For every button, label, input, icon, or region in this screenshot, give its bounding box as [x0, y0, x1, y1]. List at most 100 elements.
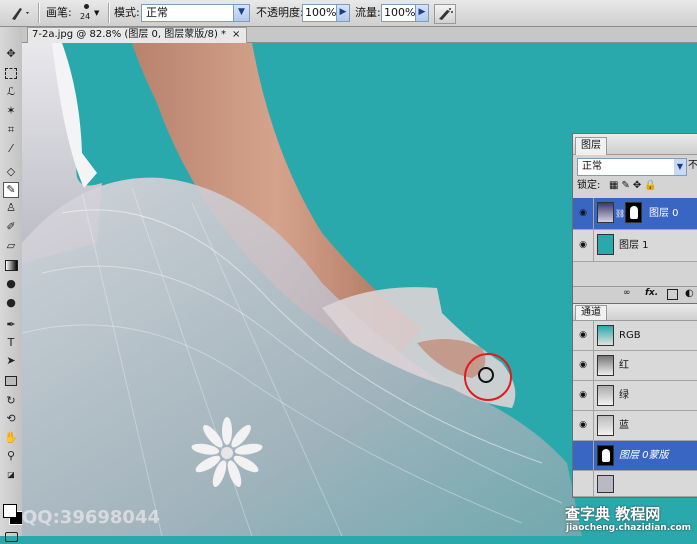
channel-row[interactable]: ◉ RGB: [573, 321, 697, 351]
clone-stamp-tool-icon[interactable]: ♙: [3, 200, 19, 216]
layers-panel-header: 图层: [573, 134, 697, 155]
default-colors-icon[interactable]: ◪: [3, 467, 19, 483]
blur-tool-icon[interactable]: ●: [3, 276, 19, 292]
opacity-label: 不透明度:: [256, 6, 304, 19]
lasso-tool-icon[interactable]: ℒ: [3, 84, 19, 100]
hand-tool-icon[interactable]: ✋: [3, 430, 19, 446]
visibility-eye-icon[interactable]: [573, 441, 594, 470]
adjustment-layer-icon[interactable]: ◐: [685, 288, 694, 299]
separator: [108, 3, 110, 23]
channel-row[interactable]: ◉ 蓝: [573, 411, 697, 441]
healing-brush-tool-icon[interactable]: ◇: [3, 164, 19, 180]
airbrush-toggle[interactable]: [434, 4, 456, 24]
blend-mode-value: 正常: [582, 161, 602, 172]
channel-name: RGB: [619, 330, 641, 341]
document-tab[interactable]: 7-2a.jpg @ 82.8% (图层 0, 图层蒙版/8) * ×: [27, 27, 248, 43]
brush-picker[interactable]: 24 ▼: [78, 0, 100, 26]
brush-tool-preset-icon[interactable]: [6, 0, 32, 26]
layer-name: 图层 1: [619, 240, 649, 251]
chevron-right-icon[interactable]: ▶: [415, 5, 428, 21]
channel-thumbnail: [597, 325, 614, 346]
watermark-site-cn: 查字典 教程网: [565, 505, 661, 523]
fx-icon[interactable]: fx.: [645, 288, 658, 298]
eraser-tool-icon[interactable]: ▱: [3, 238, 19, 254]
chevron-down-icon: ▼: [94, 9, 100, 17]
channel-thumbnail: [597, 475, 614, 493]
visibility-eye-icon[interactable]: ◉: [573, 411, 594, 440]
blend-mode-select[interactable]: 正常 ▼: [577, 158, 687, 176]
lock-icons[interactable]: ▦✎✥🔒: [609, 179, 660, 193]
zoom-tool-icon[interactable]: ⚲: [3, 448, 19, 464]
lock-all-icon[interactable]: 🔒: [644, 180, 659, 191]
brush-tip-icon: [84, 4, 89, 9]
dodge-tool-icon[interactable]: ●: [3, 295, 19, 311]
layer-row[interactable]: ◉ ⛓ 图层 0: [573, 198, 697, 230]
channel-name: 绿: [619, 390, 629, 401]
close-icon[interactable]: ×: [232, 29, 240, 40]
layers-panel: 图层 正常 ▼ 不 锁定: ▦✎✥🔒 ◉ ⛓ 图层 0 ◉ 图层 1 ∞ fx.…: [572, 133, 697, 304]
lock-brush-icon[interactable]: ✎: [621, 180, 632, 191]
chevron-down-icon: ▼: [233, 5, 249, 21]
mode-select[interactable]: 正常 ▼: [141, 4, 250, 22]
channel-name: 红: [619, 360, 629, 371]
channel-name: 蓝: [619, 420, 629, 431]
options-bar: 画笔: 24 ▼ 模式: 正常 ▼ 不透明度: 100% ▶ 流量: 100% …: [0, 0, 697, 27]
link-icon[interactable]: ⛓: [615, 209, 625, 218]
magic-wand-tool-icon[interactable]: ✶: [3, 103, 19, 119]
tools-panel: ✥ ℒ ✶ ⌗ ⁄ ◇ ✎ ♙ ✐ ▱ ● ● ✒ T ➤ ↻ ⟲ ✋ ⚲ ◪: [0, 27, 23, 542]
foreground-color-swatch[interactable]: [3, 504, 17, 518]
flow-value: 100%: [384, 6, 416, 19]
document-tab-bar: 7-2a.jpg @ 82.8% (图层 0, 图层蒙版/8) * ×: [22, 27, 697, 43]
quick-mask-icon[interactable]: [3, 528, 19, 544]
chevron-right-icon[interactable]: ▶: [336, 5, 349, 21]
layer-mask-thumbnail[interactable]: [625, 202, 642, 223]
watermark-qq: QQ:39698044: [22, 507, 160, 528]
tab-channels[interactable]: 通道: [575, 305, 607, 320]
flow-field[interactable]: 100% ▶: [381, 4, 429, 22]
visibility-eye-icon[interactable]: ◉: [573, 230, 594, 261]
crop-tool-icon[interactable]: ⌗: [3, 122, 19, 138]
history-brush-tool-icon[interactable]: ✐: [3, 219, 19, 235]
channel-row[interactable]: ◉ 绿: [573, 381, 697, 411]
brush-tool-icon[interactable]: ✎: [3, 182, 19, 198]
eyedropper-tool-icon[interactable]: ⁄: [3, 141, 19, 157]
3d-rotate-tool-icon[interactable]: ↻: [3, 393, 19, 409]
visibility-eye-icon[interactable]: [573, 471, 594, 496]
channel-row[interactable]: ◉ 红: [573, 351, 697, 381]
lock-label: 锁定:: [577, 180, 601, 191]
chevron-down-icon: ▼: [674, 159, 686, 175]
opacity-field[interactable]: 100% ▶: [302, 4, 350, 22]
pen-tool-icon[interactable]: ✒: [3, 317, 19, 333]
visibility-eye-icon[interactable]: ◉: [573, 351, 594, 380]
visibility-eye-icon[interactable]: ◉: [573, 381, 594, 410]
airbrush-icon: [439, 8, 453, 20]
channel-row-partial[interactable]: [573, 471, 697, 497]
visibility-eye-icon[interactable]: ◉: [573, 321, 594, 350]
visibility-eye-icon[interactable]: ◉: [573, 198, 594, 229]
type-tool-icon[interactable]: T: [3, 335, 19, 351]
layer-row[interactable]: ◉ 图层 1: [573, 230, 697, 262]
mode-label: 模式:: [114, 6, 140, 19]
flow-label: 流量:: [355, 6, 381, 19]
path-selection-tool-icon[interactable]: ➤: [3, 353, 19, 369]
channel-thumbnail: [597, 385, 614, 406]
link-layers-icon[interactable]: ∞: [623, 288, 631, 298]
add-mask-icon[interactable]: [667, 289, 678, 300]
3d-orbit-tool-icon[interactable]: ⟲: [3, 411, 19, 427]
mode-value: 正常: [146, 6, 168, 19]
tab-layers[interactable]: 图层: [575, 137, 607, 155]
crosshair-icon: [478, 367, 494, 383]
channel-thumbnail: [597, 445, 614, 466]
channel-name: 图层 0蒙版: [619, 450, 669, 461]
document-title: 7-2a.jpg @ 82.8% (图层 0, 图层蒙版/8) *: [32, 29, 227, 40]
channel-row[interactable]: 图层 0蒙版: [573, 441, 697, 471]
gradient-tool-icon[interactable]: [3, 257, 19, 273]
marquee-tool-icon[interactable]: [3, 65, 19, 81]
lock-transparency-icon[interactable]: ▦: [609, 180, 621, 191]
move-tool-icon[interactable]: ✥: [3, 46, 19, 62]
layers-footer: ∞ fx. ◐: [573, 286, 697, 303]
lock-move-icon[interactable]: ✥: [633, 180, 644, 191]
brush-size: 24: [80, 12, 91, 21]
channel-thumbnail: [597, 415, 614, 436]
shape-tool-icon[interactable]: [3, 372, 19, 388]
